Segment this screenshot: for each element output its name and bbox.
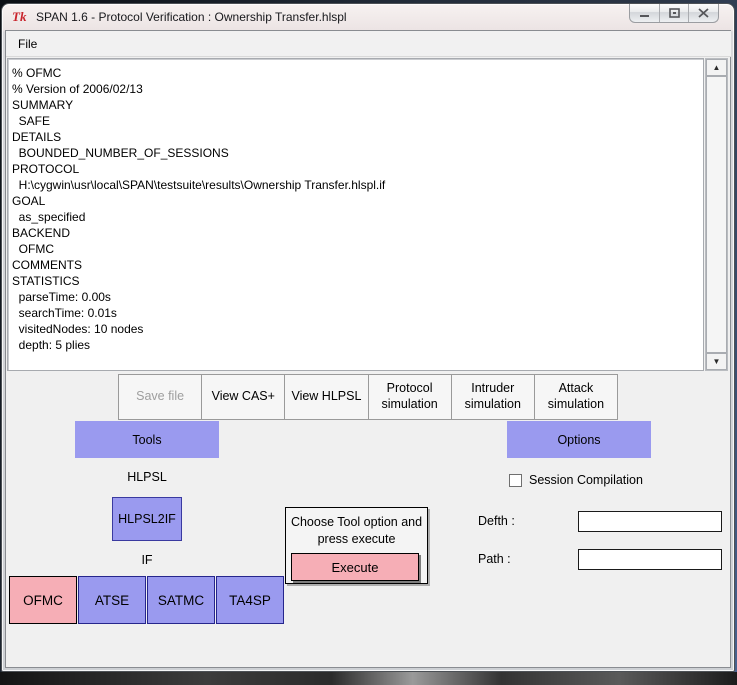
hlpsl2if-button[interactable]: HLPSL2IF <box>112 497 182 541</box>
minimize-button[interactable] <box>630 4 659 22</box>
window-controls <box>629 4 719 23</box>
output-line: COMMENTS <box>12 257 701 273</box>
arrow-up-icon: ▲ <box>713 63 721 72</box>
output-line: % Version of 2006/02/13 <box>12 81 701 97</box>
minimize-icon <box>639 9 650 18</box>
output-line: searchTime: 0.01s <box>12 305 701 321</box>
path-input[interactable] <box>578 549 722 570</box>
output-line: H:\cygwin\usr\local\SPAN\testsuite\resul… <box>12 177 701 193</box>
execute-button[interactable]: Execute <box>291 553 419 581</box>
output-line: depth: 5 plies <box>12 337 701 353</box>
window-bottom-edge <box>0 672 737 685</box>
scroll-down-button[interactable]: ▼ <box>706 353 727 370</box>
protocol-simulation-button[interactable]: Protocol simulation <box>368 375 451 419</box>
menu-item-file[interactable]: File <box>6 33 49 55</box>
save-file-button[interactable]: Save file <box>119 375 201 419</box>
output-line: OFMC <box>12 241 701 257</box>
vertical-scrollbar[interactable]: ▲ ▼ <box>705 58 728 371</box>
session-compilation-label: Session Compilation <box>529 473 643 487</box>
defth-input[interactable] <box>578 511 722 532</box>
output-line: visitedNodes: 10 nodes <box>12 321 701 337</box>
close-button[interactable] <box>688 4 718 22</box>
hlpsl-label: HLPSL <box>75 470 219 484</box>
tools-button[interactable]: Tools <box>75 421 219 458</box>
session-compilation-checkbox[interactable] <box>509 474 522 487</box>
arrow-down-icon: ▼ <box>713 357 721 366</box>
output-line: STATISTICS <box>12 273 701 289</box>
output-line: SUMMARY <box>12 97 701 113</box>
output-line: DETAILS <box>12 129 701 145</box>
atse-button[interactable]: ATSE <box>78 576 146 624</box>
output-line: BOUNDED_NUMBER_OF_SESSIONS <box>12 145 701 161</box>
output-line: PROTOCOL <box>12 161 701 177</box>
ta4sp-button[interactable]: TA4SP <box>216 576 284 624</box>
satmc-button[interactable]: SATMC <box>147 576 215 624</box>
output-line: % OFMC <box>12 65 701 81</box>
choose-tool-text-line2: press execute <box>286 532 427 546</box>
window-title: SPAN 1.6 - Protocol Verification : Owner… <box>36 10 347 24</box>
output-line: parseTime: 0.00s <box>12 289 701 305</box>
maximize-icon <box>669 8 680 18</box>
menu-bar: File <box>6 31 731 57</box>
choose-tool-text-line1: Choose Tool option and <box>286 515 427 529</box>
path-label: Path : <box>478 552 511 566</box>
scrollbar-thumb[interactable] <box>706 76 727 353</box>
title-bar[interactable]: Tk SPAN 1.6 - Protocol Verification : Ow… <box>6 4 626 29</box>
output-line: SAFE <box>12 113 701 129</box>
view-cas-button[interactable]: View CAS+ <box>201 375 284 419</box>
close-icon <box>698 8 709 18</box>
output-line: BACKEND <box>12 225 701 241</box>
output-text-area[interactable]: % OFMC % Version of 2006/02/13 SUMMARY S… <box>7 58 704 371</box>
defth-label: Defth : <box>478 514 515 528</box>
output-line: as_specified <box>12 209 701 225</box>
view-hlpsl-button[interactable]: View HLPSL <box>284 375 367 419</box>
maximize-button[interactable] <box>659 4 689 22</box>
tk-icon: Tk <box>12 9 28 25</box>
options-button[interactable]: Options <box>507 421 651 458</box>
ofmc-button[interactable]: OFMC <box>9 576 77 624</box>
attack-simulation-button[interactable]: Attack simulation <box>534 375 617 419</box>
if-label: IF <box>75 553 219 567</box>
desktop-background: Tk SPAN 1.6 - Protocol Verification : Ow… <box>0 0 737 685</box>
intruder-simulation-button[interactable]: Intruder simulation <box>451 375 534 419</box>
scroll-up-button[interactable]: ▲ <box>706 59 727 76</box>
toolbar: Save file View CAS+ View HLPSL Protocol … <box>118 374 618 420</box>
output-line: GOAL <box>12 193 701 209</box>
